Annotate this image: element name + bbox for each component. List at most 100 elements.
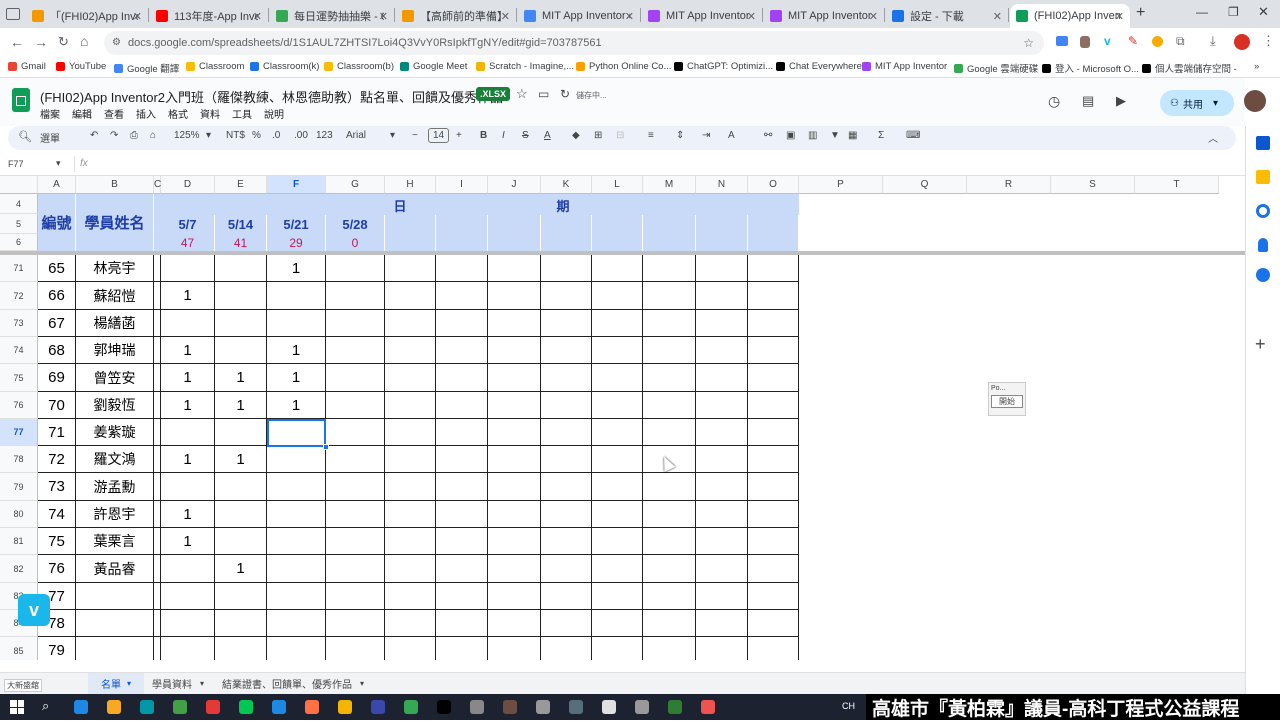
column-header[interactable]: M [643,176,696,194]
browser-menu-icon[interactable]: ⋮ [1262,33,1275,49]
text-rotation-icon[interactable]: A [728,130,735,141]
attendance-cell[interactable] [643,337,696,364]
attendance-cell[interactable] [215,310,267,337]
floating-widget[interactable]: Po... 開始 [988,382,1026,416]
attendance-cell[interactable] [326,255,385,282]
tab-search-icon[interactable] [6,8,20,20]
row-header[interactable]: 81 [0,528,38,555]
spacer-cell[interactable] [154,528,161,555]
attendance-cell[interactable]: 1 [161,337,215,364]
attendance-cell[interactable] [643,555,696,583]
sheet-tab-dropdown-icon[interactable]: ▾ [200,679,204,688]
italic-icon[interactable]: I [502,130,505,141]
attendance-cell[interactable] [643,255,696,282]
name-cell[interactable]: 劉毅恆 [76,392,154,419]
attendance-cell[interactable] [748,473,799,501]
taskbar-app-icon[interactable] [74,700,88,714]
bookmark-star-icon[interactable]: ☆ [1023,31,1034,55]
menu-item[interactable]: 格式 [168,106,188,121]
menu-item[interactable]: 工具 [232,106,252,121]
attendance-cell[interactable] [696,310,748,337]
insert-chart-icon[interactable]: ▥ [808,130,817,141]
attendance-cell[interactable] [541,637,592,660]
browser-tab[interactable]: 【高師前的準備】校✕ [396,4,516,28]
attendance-cell[interactable] [385,255,436,282]
font-size-input[interactable]: 14 [428,128,450,143]
star-icon[interactable]: ☆ [516,86,528,102]
taskbar-app-icon[interactable] [239,700,253,714]
attendance-cell[interactable] [267,583,326,610]
attendance-cell[interactable] [326,364,385,392]
row-header[interactable]: 80 [0,501,38,528]
collapse-toolbar-icon[interactable]: ︿ [1208,130,1218,145]
attendance-cell[interactable] [696,583,748,610]
row-header[interactable]: 5 [0,214,38,234]
name-cell[interactable]: 曾笠安 [76,364,154,392]
attendance-cell[interactable] [326,637,385,660]
tab-close-icon[interactable]: ✕ [625,10,634,23]
number-cell[interactable]: 75 [38,528,76,555]
name-cell[interactable] [76,583,154,610]
url-field[interactable]: ⚙ docs.google.com/spreadsheets/d/1S1AUL7… [104,31,1044,55]
attendance-cell[interactable] [541,583,592,610]
attendance-cell[interactable] [592,364,643,392]
column-header[interactable]: S [1051,176,1135,194]
attendance-cell[interactable] [592,610,643,637]
zoom-dropdown-icon[interactable]: ▾ [206,130,211,141]
attendance-cell[interactable] [488,528,541,555]
column-header[interactable]: T [1135,176,1219,194]
attendance-cell[interactable] [215,528,267,555]
ime-indicator[interactable]: CH [842,701,855,711]
attendance-cell[interactable] [541,364,592,392]
spacer-cell[interactable] [154,555,161,583]
attendance-cell[interactable] [748,501,799,528]
sheet-tab-student-data[interactable]: 學員資料 ▾ [152,673,204,694]
taskbar-search-icon[interactable]: ⌕ [42,698,49,714]
attendance-cell[interactable] [592,637,643,660]
browser-tab[interactable]: MIT App Inventor c ✕ [518,4,640,28]
bookmark-item[interactable]: Scratch - Imagine,... [476,61,574,72]
attendance-cell[interactable] [592,419,643,446]
attendance-cell[interactable] [696,637,748,660]
attendance-cell[interactable] [696,473,748,501]
close-window-icon[interactable]: ✕ [1258,4,1269,20]
comments-icon[interactable]: ▤ [1082,93,1094,109]
attendance-cell[interactable] [267,610,326,637]
attendance-cell[interactable] [643,364,696,392]
functions-icon[interactable]: Σ [878,130,884,141]
attendance-cell[interactable] [748,282,799,310]
column-header[interactable]: N [696,176,748,194]
taskbar-app-icon[interactable] [701,700,715,714]
number-cell[interactable]: 79 [38,637,76,660]
taskbar-app-icon[interactable] [602,700,616,714]
maps-icon[interactable] [1256,268,1270,282]
attendance-cell[interactable] [541,501,592,528]
taskbar-app-icon[interactable] [206,700,220,714]
borders-icon[interactable]: ⊞ [594,130,602,141]
extension-icon[interactable] [1080,36,1090,48]
row-header[interactable]: 71 [0,255,38,282]
attendance-cell[interactable]: 1 [267,364,326,392]
reload-icon[interactable]: ↻ [58,34,69,50]
attendance-cell[interactable]: 1 [161,282,215,310]
number-cell[interactable]: 67 [38,310,76,337]
attendance-cell[interactable] [436,637,488,660]
column-header[interactable]: E [215,176,267,194]
spacer-cell[interactable] [154,364,161,392]
attendance-cell[interactable] [436,392,488,419]
attendance-cell[interactable] [592,255,643,282]
bookmark-item[interactable]: MIT App Inventor [862,61,947,72]
attendance-cell[interactable] [215,255,267,282]
attendance-cell[interactable] [436,282,488,310]
widget-start-button[interactable]: 開始 [991,395,1023,408]
tab-close-icon[interactable]: ✕ [501,10,510,23]
attendance-cell[interactable] [488,637,541,660]
attendance-cell[interactable] [643,392,696,419]
column-header[interactable]: G [326,176,385,194]
menu-item[interactable]: 查看 [104,106,124,121]
attendance-cell[interactable] [748,555,799,583]
attendance-cell[interactable] [748,310,799,337]
number-cell[interactable]: 71 [38,419,76,446]
attendance-cell[interactable] [748,337,799,364]
attendance-cell[interactable] [385,610,436,637]
